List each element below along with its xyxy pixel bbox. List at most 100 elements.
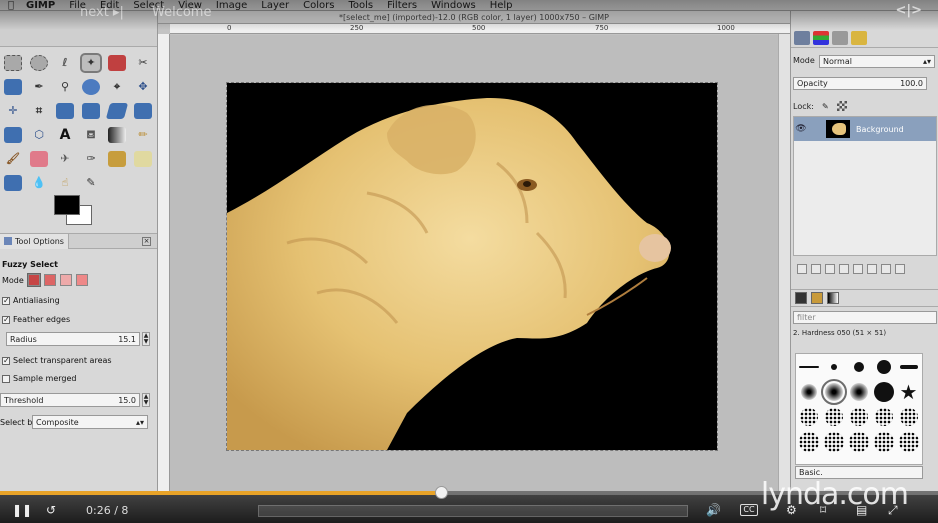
brush-filter-input[interactable]: filter: [793, 311, 937, 324]
shear-tool[interactable]: [104, 99, 130, 123]
apple-icon[interactable]: : [0, 0, 22, 10]
crop-tool[interactable]: ⌗: [26, 99, 52, 123]
feather-edges-row[interactable]: ✓ Feather edges: [2, 315, 70, 324]
select-transparent-checkbox[interactable]: ✓: [2, 356, 10, 365]
mode-replace-button[interactable]: [26, 273, 41, 287]
ink-tool[interactable]: ✑: [78, 147, 104, 171]
menu-tools[interactable]: Tools: [341, 0, 380, 10]
brush-item[interactable]: [899, 364, 918, 369]
brush-item[interactable]: [798, 431, 819, 452]
brush-item[interactable]: [830, 363, 837, 370]
mode-intersect-button[interactable]: [75, 274, 88, 286]
menu-view[interactable]: View: [171, 0, 209, 10]
lock-alpha-icon[interactable]: [836, 101, 847, 111]
cage-tool[interactable]: ⬡: [26, 123, 52, 147]
scissors-tool[interactable]: ✂: [130, 51, 156, 75]
menu-windows[interactable]: Windows: [424, 0, 483, 10]
replay-icon[interactable]: ↺: [46, 503, 56, 517]
color-picker-tool[interactable]: ⚲: [52, 75, 78, 99]
undo-tab-icon[interactable]: [851, 30, 867, 45]
layer-row[interactable]: 👁 Background: [794, 117, 936, 141]
brush-item[interactable]: [899, 407, 918, 426]
blur-tool[interactable]: 💧: [26, 171, 52, 195]
menu-filters[interactable]: Filters: [380, 0, 424, 10]
delete-layer-button[interactable]: [895, 264, 905, 274]
new-group-button[interactable]: [811, 264, 821, 274]
bucket-fill-tool[interactable]: ⛾: [78, 123, 104, 147]
brush-item[interactable]: [874, 407, 893, 426]
star-icon[interactable]: ★: [900, 380, 918, 404]
menu-help[interactable]: Help: [483, 0, 520, 10]
clone-tool[interactable]: [104, 147, 130, 171]
scale-tool[interactable]: [78, 99, 104, 123]
fg-bg-colors[interactable]: [52, 193, 96, 229]
brush-item[interactable]: [849, 382, 868, 401]
blend-tool[interactable]: [104, 123, 130, 147]
menu-layer[interactable]: Layer: [254, 0, 296, 10]
threshold-stepper[interactable]: ▲ ▼: [142, 393, 150, 407]
airbrush-tool[interactable]: ✈: [52, 147, 78, 171]
mode-subtract-button[interactable]: [59, 274, 72, 286]
brush-item[interactable]: [876, 359, 891, 374]
menu-colors[interactable]: Colors: [296, 0, 341, 10]
brush-item[interactable]: [849, 407, 868, 426]
move-tool[interactable]: ✥: [130, 75, 156, 99]
menu-edit[interactable]: Edit: [93, 0, 126, 10]
align-tool[interactable]: ✛: [0, 99, 26, 123]
radius-field[interactable]: Radius 15.1: [6, 332, 140, 346]
select-by-dropdown[interactable]: Composite ▴▾: [32, 415, 148, 429]
raise-layer-button[interactable]: [825, 264, 835, 274]
tab-tool-options[interactable]: Tool Options: [0, 233, 69, 249]
volume-icon[interactable]: 🔊: [706, 503, 721, 517]
mode-add-button[interactable]: [43, 274, 56, 286]
brush-item[interactable]: [824, 407, 843, 426]
radius-stepper[interactable]: ▲ ▼: [142, 332, 150, 346]
brush-item[interactable]: [799, 407, 818, 426]
brush-item[interactable]: [848, 431, 869, 452]
captions-button[interactable]: CC: [740, 504, 758, 516]
menu-image[interactable]: Image: [209, 0, 254, 10]
brush-item[interactable]: [873, 431, 894, 452]
vertical-scrollbar[interactable]: [778, 34, 790, 491]
zoom-tool[interactable]: [78, 75, 104, 99]
sample-merged-checkbox[interactable]: [2, 374, 10, 383]
menu-gimp[interactable]: GIMP: [22, 0, 62, 10]
antialiasing-row[interactable]: ✓ Antialiasing: [2, 296, 60, 305]
close-icon[interactable]: ×: [142, 236, 151, 246]
feather-edges-checkbox[interactable]: ✓: [2, 315, 10, 324]
dog-photo[interactable]: [226, 82, 718, 451]
opacity-field[interactable]: Opacity 100.0: [793, 77, 927, 90]
brushes-tab-icon[interactable]: [795, 292, 807, 304]
threshold-field[interactable]: Threshold 15.0: [0, 393, 140, 407]
foreground-select-tool[interactable]: [0, 75, 26, 99]
select-transparent-row[interactable]: ✓ Select transparent areas: [2, 356, 112, 365]
pause-icon[interactable]: ❚❚: [12, 503, 32, 517]
text-tool[interactable]: A: [52, 123, 78, 147]
lower-layer-button[interactable]: [839, 264, 849, 274]
heal-tool[interactable]: [130, 147, 156, 171]
layers-tab-icon[interactable]: [794, 30, 810, 45]
duplicate-layer-button[interactable]: [853, 264, 863, 274]
gradients-tab-icon[interactable]: [827, 292, 839, 304]
brush-item[interactable]: [898, 431, 919, 452]
flip-tool[interactable]: [0, 123, 26, 147]
merge-layer-button[interactable]: [881, 264, 891, 274]
channels-tab-icon[interactable]: [813, 30, 829, 45]
perspective-tool[interactable]: [130, 99, 156, 123]
menu-select[interactable]: Select: [126, 0, 171, 10]
eraser-tool[interactable]: [26, 147, 52, 171]
antialiasing-checkbox[interactable]: ✓: [2, 296, 10, 305]
menu-file[interactable]: File: [62, 0, 93, 10]
progress-handle[interactable]: [435, 486, 448, 499]
eye-icon[interactable]: 👁: [794, 124, 808, 134]
brush-item-selected[interactable]: [820, 378, 847, 405]
pencil-tool[interactable]: ✏: [130, 123, 156, 147]
color-select-tool[interactable]: [104, 51, 130, 75]
smudge-tool[interactable]: ☝: [52, 171, 78, 195]
perspective-clone-tool[interactable]: [0, 171, 26, 195]
dodge-burn-tool[interactable]: ✎: [78, 171, 104, 195]
brush-item[interactable]: [853, 361, 864, 372]
paths-tool[interactable]: ✒: [26, 75, 52, 99]
ellipse-select-tool[interactable]: [26, 51, 52, 75]
layer-mode-dropdown[interactable]: Normal ▴▾: [819, 55, 935, 68]
